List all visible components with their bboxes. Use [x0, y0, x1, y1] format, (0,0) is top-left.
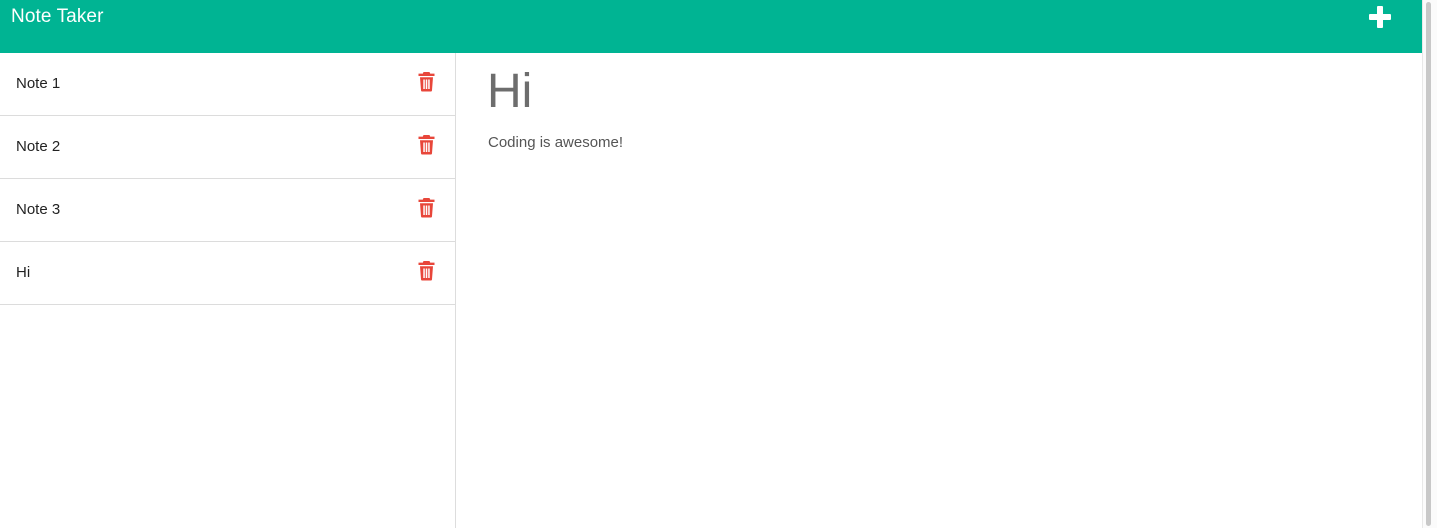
note-list-item[interactable]: Note 2	[0, 116, 455, 179]
delete-note-button[interactable]	[417, 134, 436, 155]
note-list: Note 1 Note 2 Note 3 Hi	[0, 53, 455, 305]
plus-icon	[1369, 6, 1391, 28]
note-item-title: Hi	[16, 264, 31, 281]
note-list-item[interactable]: Note 3	[0, 179, 455, 242]
note-editor: Hi Coding is awesome!	[456, 53, 1422, 528]
note-list-item[interactable]: Note 1	[0, 53, 455, 116]
trash-icon	[418, 261, 435, 281]
note-item-title: Note 3	[16, 201, 61, 218]
note-taker-app: Note Taker Note 1 Note 2 Note 3 Hi Hi Co…	[0, 0, 1437, 528]
navbar: Note Taker	[0, 0, 1422, 53]
delete-note-button[interactable]	[417, 71, 436, 92]
app-title[interactable]: Note Taker	[11, 6, 104, 28]
note-item-title: Note 2	[16, 138, 61, 155]
trash-icon	[418, 198, 435, 218]
trash-icon	[418, 72, 435, 92]
note-item-title: Note 1	[16, 75, 61, 92]
note-text-display[interactable]: Coding is awesome!	[488, 133, 623, 153]
trash-icon	[418, 135, 435, 155]
notes-sidebar: Note 1 Note 2 Note 3 Hi	[0, 53, 456, 528]
scrollbar-thumb[interactable]	[1426, 2, 1431, 526]
new-note-button[interactable]	[1366, 3, 1394, 31]
delete-note-button[interactable]	[417, 260, 436, 281]
note-list-item[interactable]: Hi	[0, 242, 455, 305]
note-title-display[interactable]: Hi	[487, 65, 532, 119]
vertical-scrollbar[interactable]	[1422, 0, 1437, 528]
delete-note-button[interactable]	[417, 197, 436, 218]
